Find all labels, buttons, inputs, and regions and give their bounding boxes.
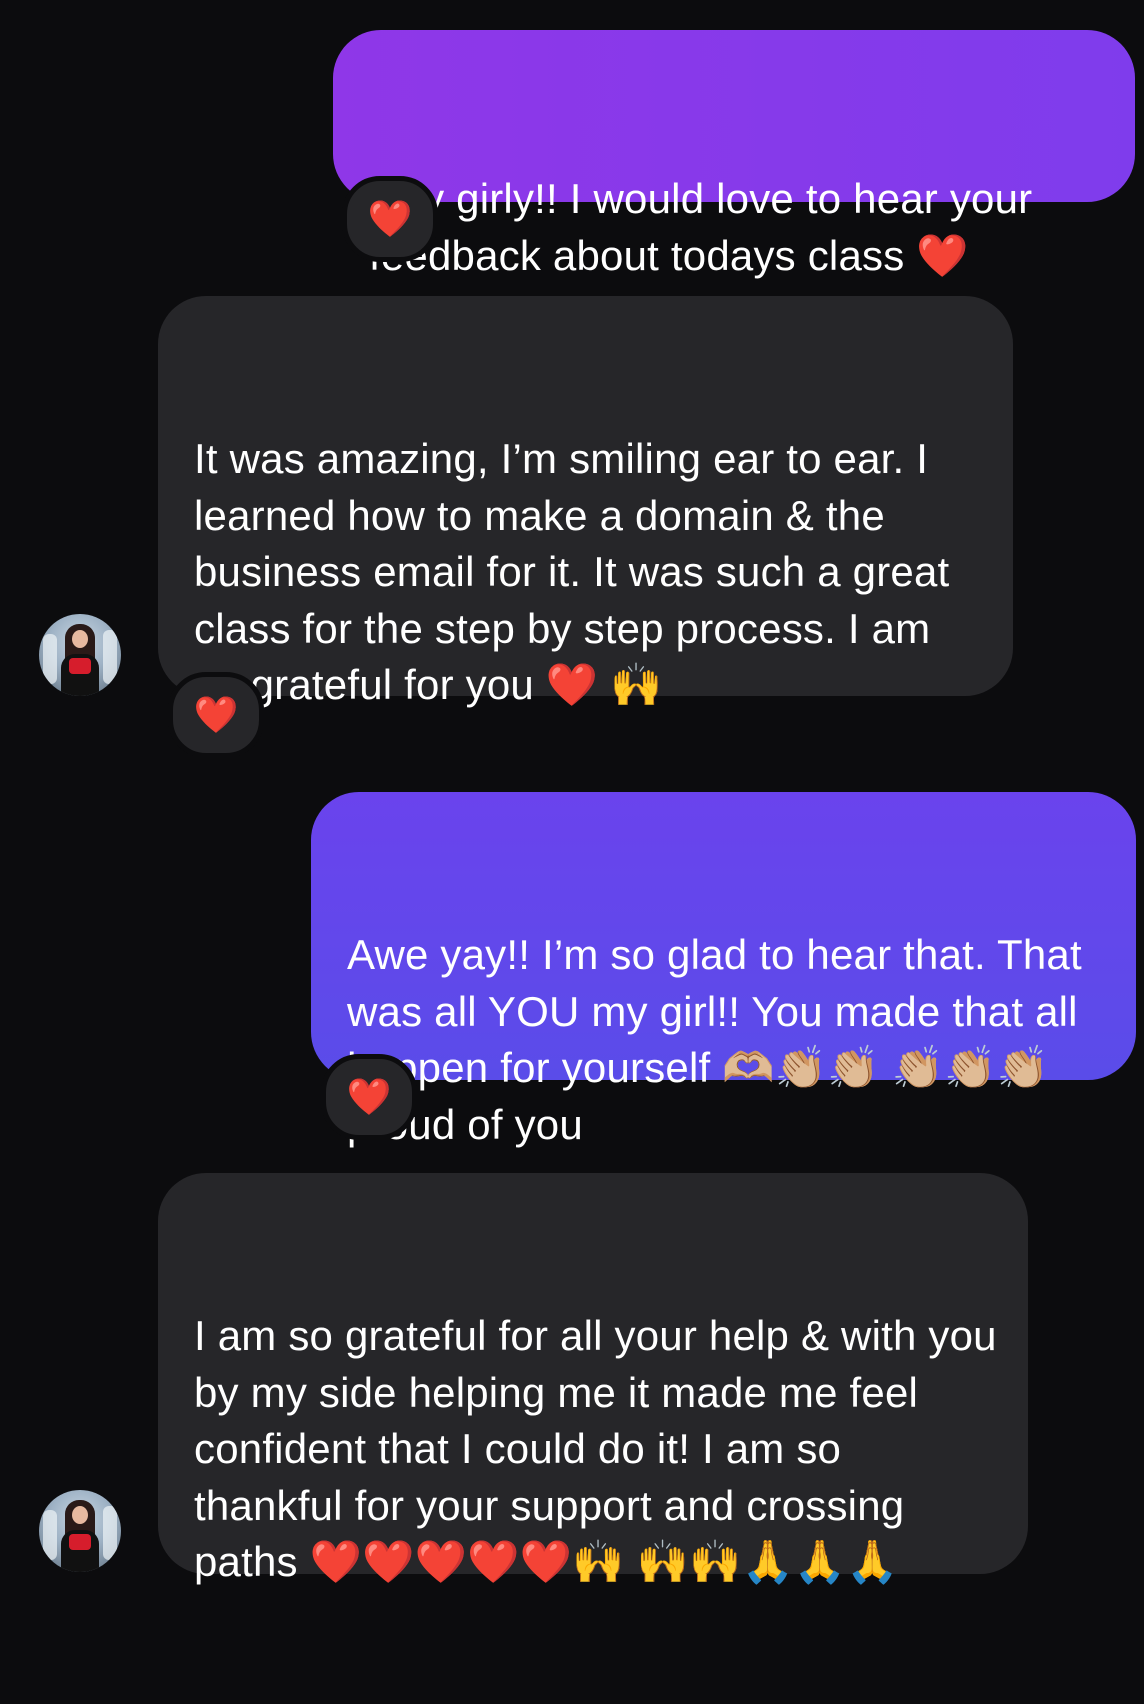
avatar-background-tree — [43, 634, 57, 684]
message-text: Awe yay!! I’m so glad to hear that. That… — [347, 931, 1094, 1148]
message-text: I am so grateful for all your help & wit… — [194, 1312, 1009, 1585]
message-thread: Hey girly!! I would love to hear your fe… — [0, 0, 1144, 1587]
contact-avatar[interactable] — [39, 614, 121, 696]
heart-reaction-badge[interactable]: ❤️ — [168, 672, 264, 758]
contact-avatar[interactable] — [39, 1490, 121, 1572]
heart-icon: ❤️ — [367, 198, 413, 239]
avatar-background-tree — [103, 630, 117, 684]
outgoing-message-bubble[interactable]: Hey girly!! I would love to hear your fe… — [333, 30, 1135, 279]
incoming-message-bubble[interactable]: It was amazing, I’m smiling ear to ear. … — [158, 296, 1013, 708]
message-text: It was amazing, I’m smiling ear to ear. … — [194, 435, 962, 708]
message-text: Hey girly!! I would love to hear your fe… — [369, 175, 1045, 279]
heart-reaction-badge[interactable]: ❤️ — [342, 176, 438, 262]
avatar-top — [69, 1534, 91, 1550]
heart-reaction-badge[interactable]: ❤️ — [321, 1054, 417, 1140]
avatar-background-tree — [43, 1510, 57, 1560]
avatar-face — [72, 1506, 88, 1524]
outgoing-message-bubble[interactable]: Awe yay!! I’m so glad to hear that. That… — [311, 792, 1136, 1148]
avatar-top — [69, 658, 91, 674]
heart-icon: ❤️ — [193, 694, 239, 735]
heart-icon: ❤️ — [346, 1076, 392, 1117]
incoming-message-bubble[interactable]: I am so grateful for all your help & wit… — [158, 1173, 1028, 1585]
avatar-face — [72, 630, 88, 648]
avatar-background-tree — [103, 1506, 117, 1560]
